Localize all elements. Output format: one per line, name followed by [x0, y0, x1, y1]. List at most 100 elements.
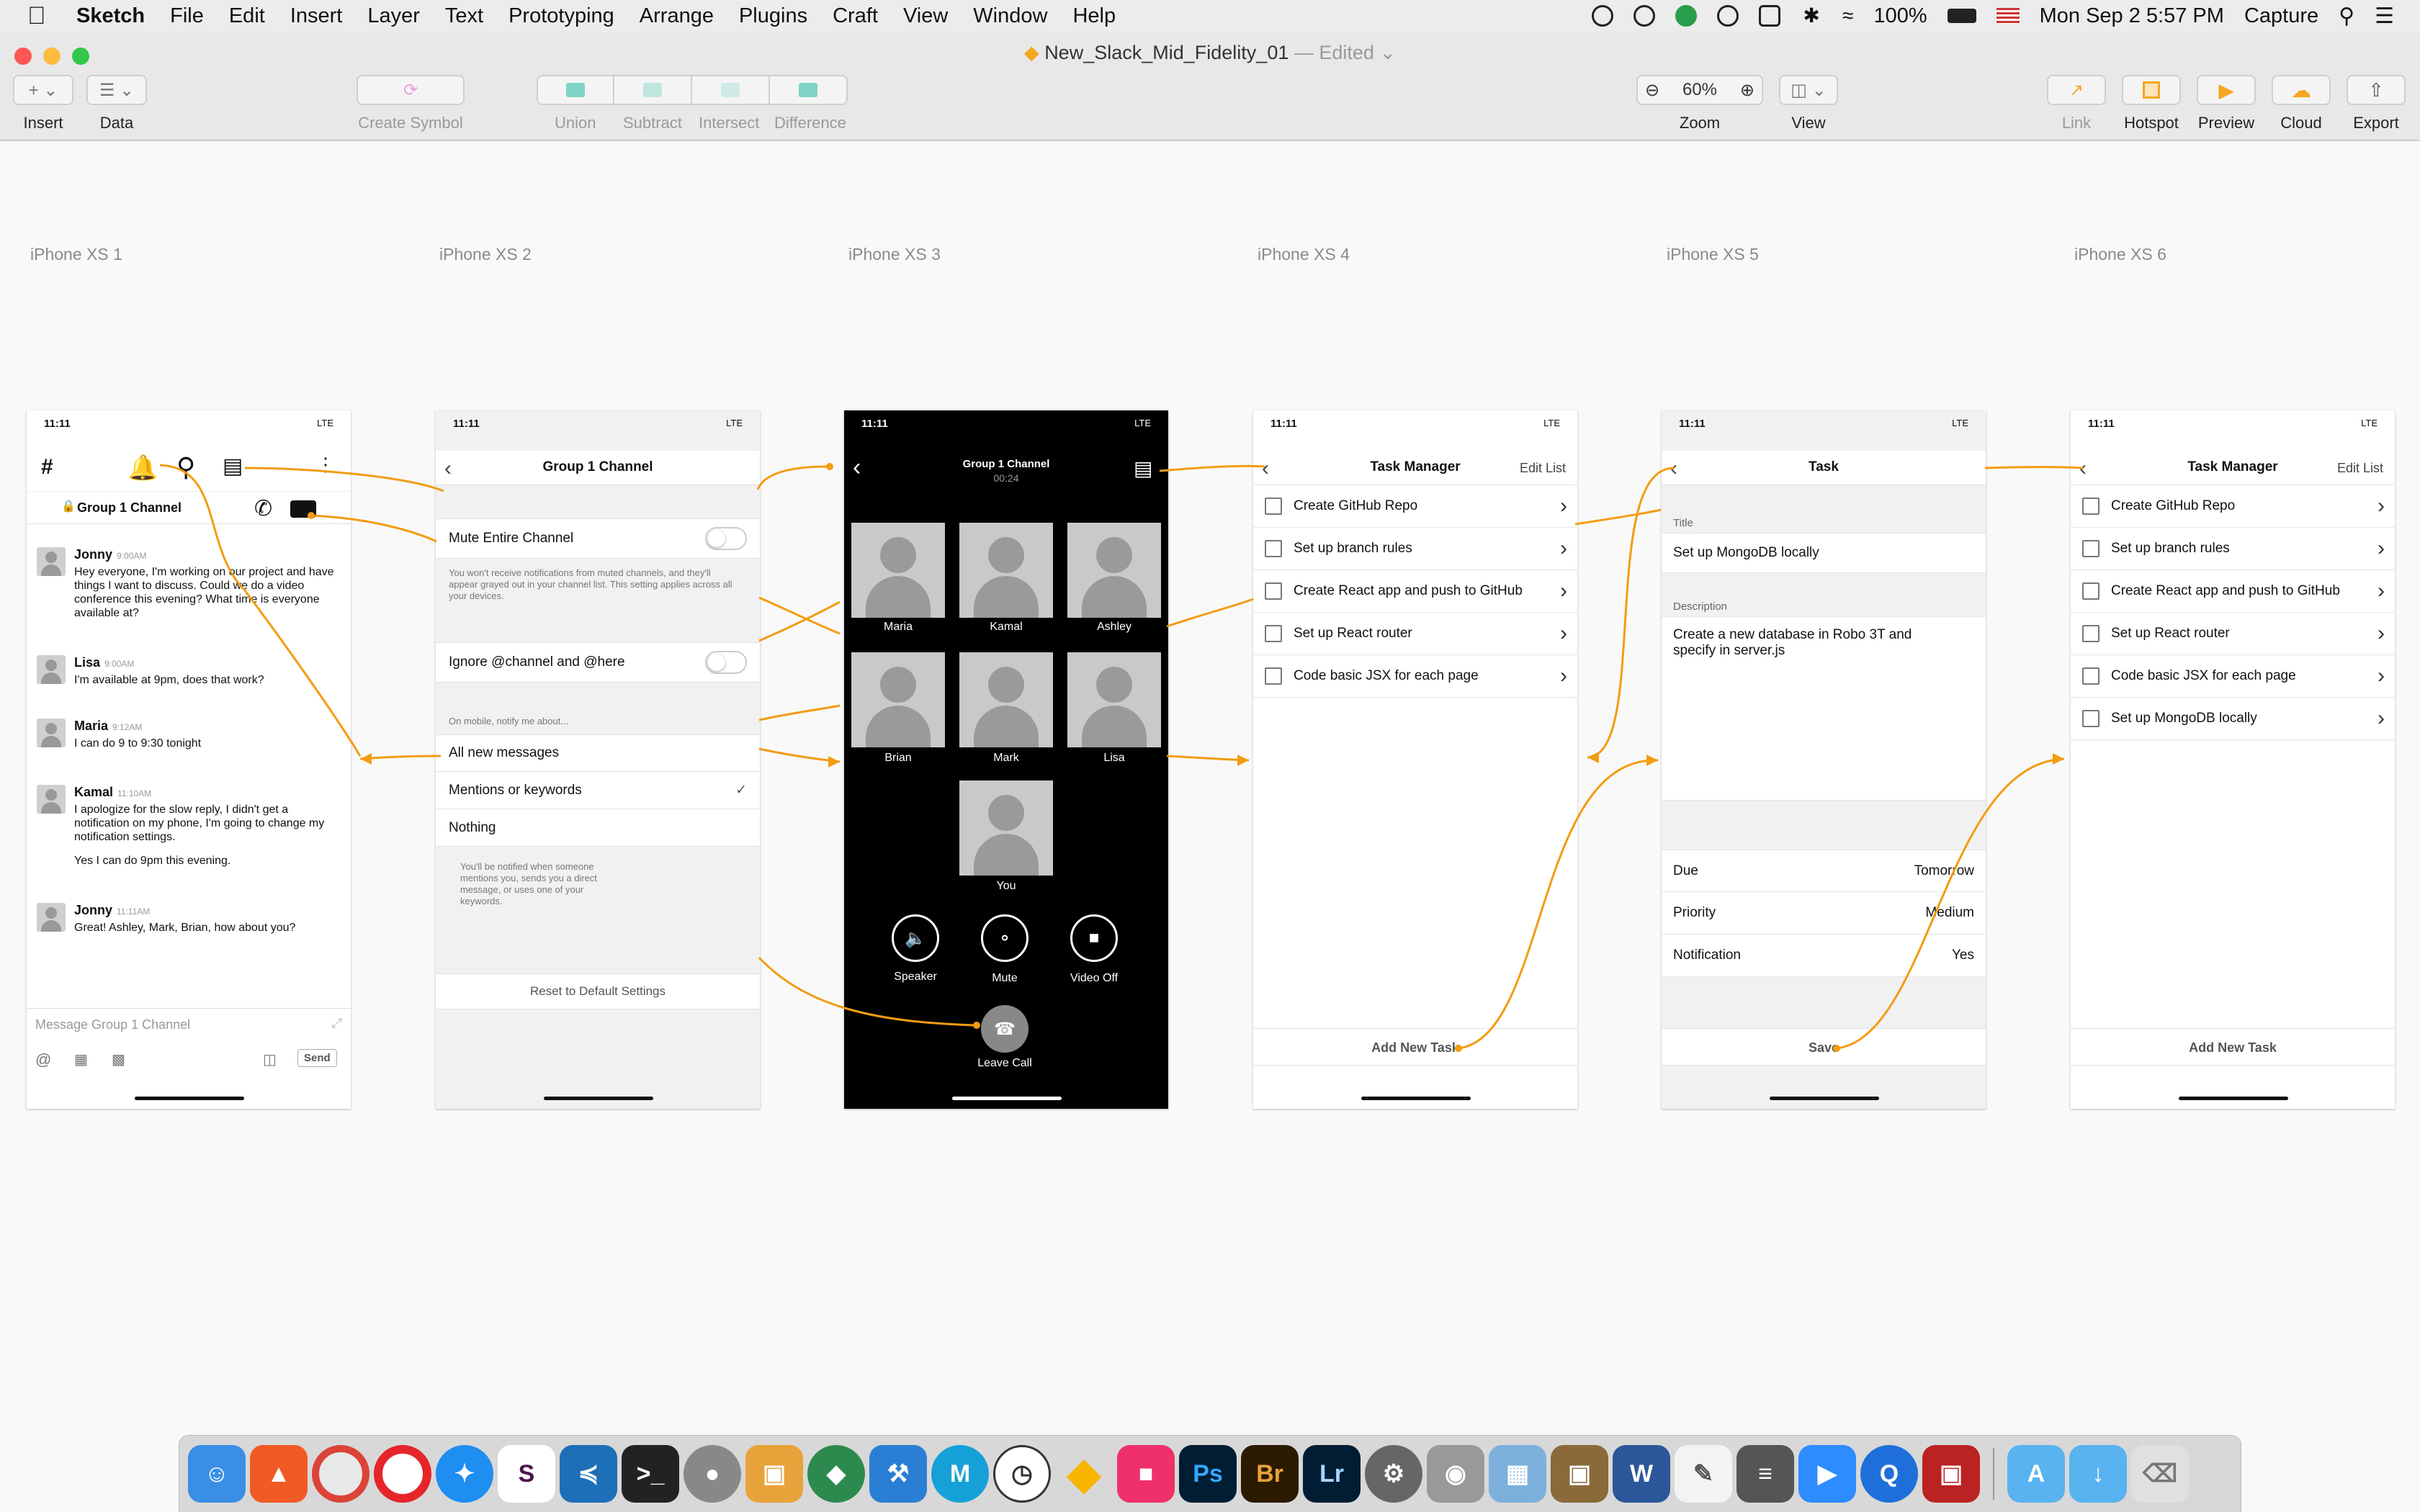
zoom-icon[interactable]: ▶	[1798, 1445, 1856, 1503]
screens-icon[interactable]: ■	[1117, 1445, 1175, 1503]
export-tool[interactable]: ⇧ Export	[2347, 75, 2406, 132]
edit-list-button[interactable]: Edit List	[2337, 461, 2383, 476]
file-icon[interactable]: ▩	[112, 1050, 125, 1068]
artboard-label[interactable]: iPhone XS 3	[848, 245, 941, 264]
participant-tile[interactable]	[959, 652, 1053, 747]
cloud-tool[interactable]: ☁ Cloud	[2272, 75, 2331, 132]
task-checkbox[interactable]	[1265, 582, 1282, 600]
artboard-tasks[interactable]: 11:11 LTE ‹ Task Manager Edit List Create…	[1253, 410, 1577, 1109]
preview-icon[interactable]: ▦	[1489, 1445, 1546, 1503]
sourcetree-icon[interactable]: ◆	[807, 1445, 865, 1503]
option-all[interactable]: All new messages	[436, 734, 760, 772]
task-checkbox[interactable]	[2082, 540, 2099, 557]
trash-icon[interactable]: ⌫	[2131, 1445, 2189, 1503]
grammarly-icon[interactable]	[1675, 5, 1698, 27]
insert-tool[interactable]: + ⌄ Insert	[13, 75, 73, 132]
tableplus-icon[interactable]: ●	[684, 1445, 741, 1503]
task-row[interactable]: Create React app and push to GitHub ›	[2071, 570, 2395, 613]
quicktime-icon[interactable]: Q	[1860, 1445, 1918, 1503]
artboard-chat[interactable]: 11:11 LTE # 🔔 ⚲ ▤ ⋮ 🔒 Group 1 Channel ✆ J…	[27, 410, 351, 1109]
menu-craft[interactable]: Craft	[833, 4, 878, 28]
artboard-label[interactable]: iPhone XS 4	[1258, 245, 1350, 264]
disk-utility-icon[interactable]: ◉	[1427, 1445, 1484, 1503]
bell-icon[interactable]: 🔔	[127, 454, 158, 482]
task-row[interactable]: Create React app and push to GitHub ›	[1253, 570, 1577, 613]
flag-icon[interactable]	[1996, 8, 2020, 24]
menu-insert[interactable]: Insert	[290, 4, 343, 28]
task-row[interactable]: Set up React router ›	[2071, 613, 2395, 655]
artboard-label[interactable]: iPhone XS 2	[439, 245, 532, 264]
video-off-button[interactable]: ■	[1070, 914, 1118, 962]
hotspot-tool[interactable]: Hotspot	[2122, 75, 2181, 132]
artboard-tasks-updated[interactable]: 11:11 LTE ‹ Task Manager Edit List Create…	[2071, 410, 2395, 1109]
preview-tool[interactable]: ▶ Preview	[2197, 75, 2256, 132]
mute-button[interactable]: ⚬	[981, 914, 1028, 962]
system-preferences-icon[interactable]: ⚙	[1365, 1445, 1422, 1503]
option-nothing[interactable]: Nothing	[436, 809, 760, 847]
menu-plugins[interactable]: Plugins	[739, 4, 807, 28]
reset-button[interactable]: Reset to Default Settings	[436, 973, 760, 1009]
cloud-icon[interactable]: ☁	[2272, 75, 2331, 105]
intersect-button[interactable]	[692, 75, 770, 105]
channel-name[interactable]: Group 1 Channel	[77, 500, 182, 516]
brave-icon[interactable]: ▲	[250, 1445, 308, 1503]
apple-icon[interactable]: 	[27, 4, 50, 28]
task-row[interactable]: Set up React router ›	[1253, 613, 1577, 655]
participant-tile[interactable]	[1067, 652, 1161, 747]
photoshop-icon[interactable]: Ps	[1179, 1445, 1237, 1503]
task-row[interactable]: Set up MongoDB locally ›	[2071, 698, 2395, 740]
more-icon[interactable]: ⋮	[316, 454, 335, 476]
archive-icon[interactable]: ▣	[1551, 1445, 1608, 1503]
link-icon[interactable]: ↗	[2047, 75, 2106, 105]
downloads-folder-icon[interactable]: ↓	[2069, 1445, 2127, 1503]
task-row[interactable]: Code basic JSX for each page ›	[2071, 655, 2395, 698]
artboard-label[interactable]: iPhone XS 1	[30, 245, 122, 264]
slack-logo-icon[interactable]: #	[41, 455, 53, 480]
link-tool[interactable]: ↗ Link	[2047, 75, 2106, 132]
participant-tile[interactable]	[851, 523, 945, 618]
task-checkbox[interactable]	[2082, 582, 2099, 600]
spotlight-icon[interactable]: ⚲	[2339, 4, 2354, 29]
calculator-icon[interactable]: ≡	[1736, 1445, 1794, 1503]
layers-icon[interactable]: ☰ ⌄	[86, 75, 147, 105]
send-button[interactable]: Send	[297, 1049, 337, 1067]
task-checkbox[interactable]	[1265, 498, 1282, 515]
slack-icon[interactable]: S	[498, 1445, 555, 1503]
description-field[interactable]: Create a new database in Robo 3T and spe…	[1662, 616, 1986, 801]
at-icon[interactable]: @	[35, 1050, 51, 1069]
task-checkbox[interactable]	[1265, 667, 1282, 685]
save-button[interactable]: Save	[1662, 1028, 1986, 1066]
menu-help[interactable]: Help	[1072, 4, 1116, 28]
difference-button[interactable]	[770, 75, 848, 105]
battery-icon[interactable]	[1947, 9, 1976, 23]
task-checkbox[interactable]	[2082, 667, 2099, 685]
task-checkbox[interactable]	[2082, 498, 2099, 515]
canvas[interactable]	[0, 143, 2420, 1435]
zoom-in-icon[interactable]: ⊕	[1740, 80, 1754, 101]
artboard-call[interactable]: 11:11 LTE ‹ Group 1 Channel 00:24 ▤ Maria…	[844, 410, 1168, 1109]
hotspot-icon[interactable]	[2122, 75, 2181, 105]
capture-menu[interactable]: Capture	[2244, 4, 2318, 28]
xcode-icon[interactable]: ⚒	[869, 1445, 927, 1503]
photo-booth-icon[interactable]: ▣	[1922, 1445, 1980, 1503]
priority-row[interactable]: Priority Medium	[1662, 892, 1986, 935]
menu-window[interactable]: Window	[973, 4, 1047, 28]
markdown-icon[interactable]: M	[931, 1445, 989, 1503]
bridge-icon[interactable]: Br	[1241, 1445, 1299, 1503]
leave-call-button[interactable]: ☎	[981, 1005, 1028, 1053]
opera-icon[interactable]	[374, 1445, 431, 1503]
symbol-icon[interactable]: ⟳	[357, 75, 465, 105]
word-icon[interactable]: W	[1613, 1445, 1670, 1503]
image-icon[interactable]: ◫	[263, 1050, 277, 1068]
clock-icon[interactable]: ◷	[993, 1445, 1051, 1503]
creative-cloud-icon[interactable]	[1592, 5, 1614, 27]
terminal-icon[interactable]: >_	[622, 1445, 679, 1503]
vscode-icon[interactable]: ≼	[560, 1445, 617, 1503]
export-icon[interactable]: ⇧	[2347, 75, 2406, 105]
applications-folder-icon[interactable]: A	[2007, 1445, 2065, 1503]
task-checkbox[interactable]	[1265, 540, 1282, 557]
finder-icon[interactable]: ☺	[188, 1445, 246, 1503]
task-row[interactable]: Set up branch rules ›	[2071, 528, 2395, 570]
view-icon[interactable]: ◫ ⌄	[1779, 75, 1838, 105]
participant-tile[interactable]	[959, 523, 1053, 618]
